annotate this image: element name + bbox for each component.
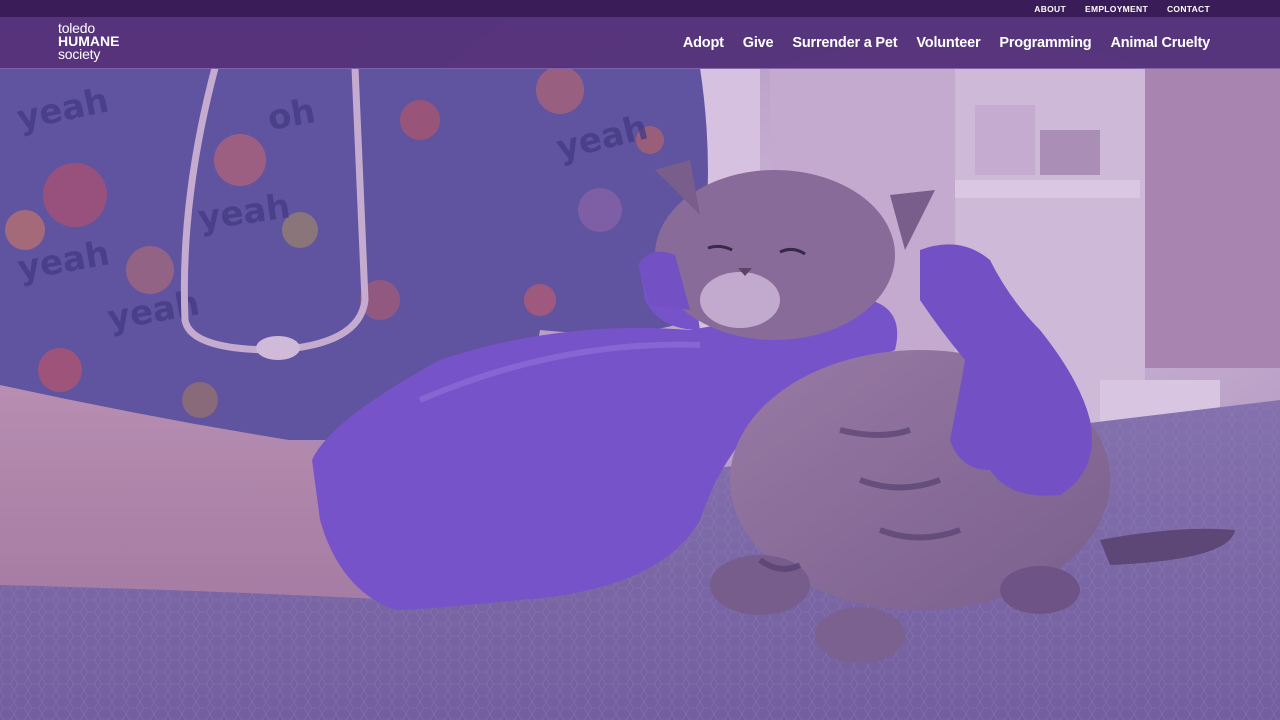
- hero-image: yeah yeah yeah yeah oh yeah: [0, 0, 1280, 720]
- nav-item-give[interactable]: Give: [743, 35, 774, 51]
- utility-bar: ABOUT EMPLOYMENT CONTACT: [0, 0, 1280, 17]
- utility-nav: ABOUT EMPLOYMENT CONTACT: [1034, 0, 1210, 17]
- main-header: toledo HUMANE society Adopt Give Surrend…: [0, 17, 1280, 69]
- main-nav: Adopt Give Surrender a Pet Volunteer Pro…: [683, 17, 1210, 68]
- utility-link-employment[interactable]: EMPLOYMENT: [1085, 4, 1148, 14]
- nav-item-adopt[interactable]: Adopt: [683, 35, 724, 51]
- nav-item-animal-cruelty[interactable]: Animal Cruelty: [1110, 35, 1210, 51]
- nav-item-surrender-a-pet[interactable]: Surrender a Pet: [792, 35, 897, 51]
- utility-link-contact[interactable]: CONTACT: [1167, 4, 1210, 14]
- utility-link-about[interactable]: ABOUT: [1034, 4, 1066, 14]
- logo[interactable]: toledo HUMANE society: [58, 21, 119, 62]
- logo-line-society: society: [58, 46, 101, 62]
- nav-item-volunteer[interactable]: Volunteer: [916, 35, 980, 51]
- nav-item-programming[interactable]: Programming: [999, 35, 1091, 51]
